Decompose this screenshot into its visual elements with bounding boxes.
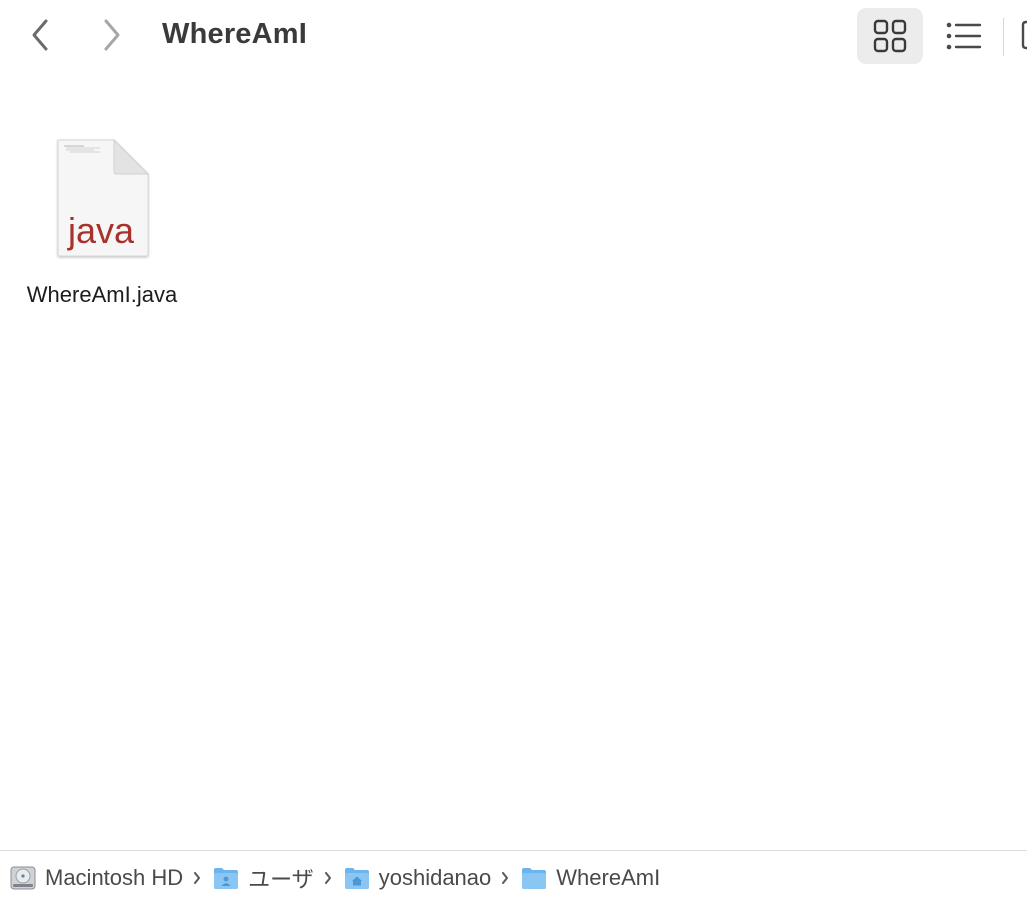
chevron-right-icon [324, 871, 332, 884]
file-item-whereami-java[interactable]: java WhereAmI.java [10, 138, 194, 308]
java-document-icon: java [54, 138, 152, 260]
path-label: yoshidanao [378, 864, 492, 890]
toolbar: WhereAmI [0, 0, 1027, 72]
forward-button[interactable] [92, 14, 132, 56]
chevron-right-icon [193, 871, 201, 884]
grid-view-icon [873, 19, 907, 53]
path-item-whereami[interactable]: WhereAmI [521, 858, 660, 898]
list-view-icon [946, 22, 982, 50]
chevron-right-icon [104, 19, 120, 51]
hard-drive-icon [10, 865, 36, 891]
column-view-icon [1021, 20, 1027, 50]
file-type-label: java [67, 210, 135, 251]
toolbar-divider [1003, 18, 1004, 56]
window-title: WhereAmI [162, 18, 308, 50]
path-label: Macintosh HD [45, 864, 184, 890]
chevron-right-icon [501, 871, 509, 884]
home-folder-icon [344, 865, 370, 891]
path-item-users[interactable]: ユーザ [213, 858, 314, 898]
toolbar-overflow-button[interactable] [1020, 20, 1027, 50]
path-item-home[interactable]: yoshidanao [344, 858, 492, 898]
folder-icon [521, 865, 547, 891]
finder-window: WhereAmI java WhereAmI.java Macintosh HD… [0, 0, 1027, 904]
users-folder-icon [213, 865, 239, 891]
chevron-left-icon [32, 19, 48, 51]
path-label: WhereAmI [556, 864, 661, 890]
path-label: ユーザ [248, 866, 314, 892]
file-name: WhereAmI.java [26, 282, 178, 307]
grid-view-button[interactable] [857, 8, 923, 64]
back-button[interactable] [20, 14, 60, 56]
file-browser-content[interactable]: java WhereAmI.java [0, 72, 1027, 850]
path-bar: Macintosh HD ユーザ yoshidanao WhereAmI [0, 850, 1027, 904]
list-view-button[interactable] [932, 8, 996, 64]
path-item-macintosh-hd[interactable]: Macintosh HD [10, 858, 183, 898]
